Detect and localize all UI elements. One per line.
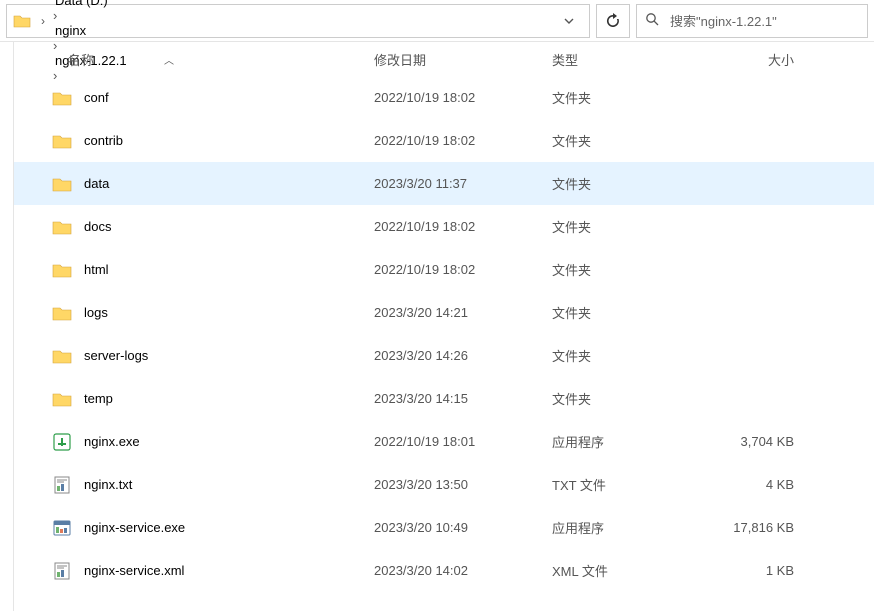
file-name: contrib [84,133,123,148]
folder-icon [52,346,72,366]
file-date: 2023/3/20 14:15 [374,391,552,406]
file-date: 2022/10/19 18:02 [374,262,552,277]
folder-icon [52,174,72,194]
file-size: 1 KB [714,563,814,578]
file-name: docs [84,219,111,234]
header-size[interactable]: 大小 [714,50,814,69]
file-name: temp [84,391,113,406]
file-date: 2023/3/20 10:49 [374,520,552,535]
file-row[interactable]: nginx.exe 2022/10/19 18:01应用程序3,704 KB [14,420,874,463]
nav-gutter [0,42,14,611]
file-type: 应用程序 [552,432,714,451]
file-row[interactable]: temp 2023/3/20 14:15文件夹 [14,377,874,420]
file-type: 文件夹 [552,346,714,365]
file-row[interactable]: conf 2022/10/19 18:02文件夹 [14,76,874,119]
refresh-icon [605,13,621,29]
file-type: TXT 文件 [552,475,714,494]
folder-icon [52,217,72,237]
file-row[interactable]: nginx-service.exe 2023/3/20 10:49应用程序17,8… [14,506,874,549]
file-date: 2023/3/20 11:37 [374,176,552,191]
file-type: 文件夹 [552,260,714,279]
file-pane: 名称 ︿ 修改日期 类型 大小 conf2022/10/19 18:02文件夹c… [14,42,874,611]
breadcrumb-dropdown[interactable] [553,5,585,37]
file-size: 4 KB [714,477,814,492]
sort-indicator-icon: ︿ [164,52,174,67]
column-headers: 名称 ︿ 修改日期 类型 大小 [14,42,874,76]
file-name: nginx-service.xml [84,563,184,578]
header-name[interactable]: 名称 ︿ [14,50,374,69]
folder-icon [52,260,72,280]
toolbar: › 此电脑›Data (D:)›nginx›nginx-1.22.1› 搜索"n… [0,0,874,42]
folder-icon [52,389,72,409]
file-name: server-logs [84,348,148,363]
refresh-button[interactable] [596,4,630,38]
xml-icon [52,561,72,581]
header-name-label: 名称 [68,50,94,69]
file-name: nginx-service.exe [84,520,185,535]
file-name: html [84,262,109,277]
file-row[interactable]: data 2023/3/20 11:37文件夹 [14,162,874,205]
folder-icon [52,303,72,323]
txt-icon [52,475,72,495]
search-input[interactable]: 搜索"nginx-1.22.1" [636,4,868,38]
breadcrumb[interactable]: › 此电脑›Data (D:)›nginx›nginx-1.22.1› [6,4,590,38]
search-placeholder: 搜索"nginx-1.22.1" [670,11,777,30]
file-row[interactable]: server-logs 2023/3/20 14:26文件夹 [14,334,874,377]
file-type: 文件夹 [552,88,714,107]
file-type: 文件夹 [552,174,714,193]
header-date[interactable]: 修改日期 [374,50,552,69]
file-type: 文件夹 [552,217,714,236]
folder-icon [52,131,72,151]
breadcrumb-item[interactable]: nginx [49,23,133,38]
file-name: nginx.txt [84,477,132,492]
file-type: 文件夹 [552,131,714,150]
file-size: 3,704 KB [714,434,814,449]
file-name: logs [84,305,108,320]
file-row[interactable]: contrib 2022/10/19 18:02文件夹 [14,119,874,162]
file-date: 2022/10/19 18:02 [374,219,552,234]
file-row[interactable]: nginx.txt 2023/3/20 13:50TXT 文件4 KB [14,463,874,506]
search-icon [645,12,660,30]
file-type: 文件夹 [552,389,714,408]
file-row[interactable]: html 2022/10/19 18:02文件夹 [14,248,874,291]
file-type: 应用程序 [552,518,714,537]
content-area: 名称 ︿ 修改日期 类型 大小 conf2022/10/19 18:02文件夹c… [0,42,874,611]
file-name: data [84,176,109,191]
file-date: 2022/10/19 18:02 [374,90,552,105]
breadcrumb-item[interactable]: Data (D:) [49,0,133,8]
file-type: 文件夹 [552,303,714,322]
file-date: 2023/3/20 14:02 [374,563,552,578]
chevron-right-icon: › [37,14,49,28]
file-date: 2023/3/20 13:50 [374,477,552,492]
file-date: 2022/10/19 18:02 [374,133,552,148]
file-size: 17,816 KB [714,520,814,535]
chevron-right-icon: › [49,8,61,23]
file-name: conf [84,90,109,105]
chevron-down-icon [563,15,575,27]
file-name: nginx.exe [84,434,140,449]
file-date: 2022/10/19 18:01 [374,434,552,449]
exe-icon [52,518,72,538]
file-list: conf2022/10/19 18:02文件夹contrib2022/10/19… [14,76,874,592]
file-date: 2023/3/20 14:21 [374,305,552,320]
folder-icon [52,88,72,108]
file-row[interactable]: nginx-service.xml 2023/3/20 14:02XML 文件1 … [14,549,874,592]
folder-icon [13,12,31,30]
header-type[interactable]: 类型 [552,50,714,69]
file-row[interactable]: docs 2022/10/19 18:02文件夹 [14,205,874,248]
file-type: XML 文件 [552,561,714,580]
file-date: 2023/3/20 14:26 [374,348,552,363]
file-row[interactable]: logs 2023/3/20 14:21文件夹 [14,291,874,334]
exe-g-icon [52,432,72,452]
